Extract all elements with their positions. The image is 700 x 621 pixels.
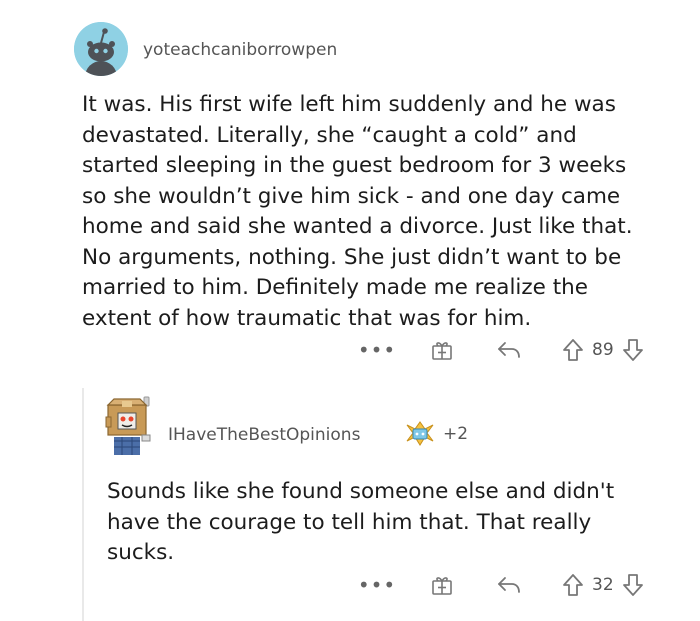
comment-line: married to him. Definitely made me reali… <box>82 275 589 300</box>
downvote-icon <box>622 339 643 361</box>
comment-body: It was. His first wife left him suddenly… <box>82 90 682 334</box>
gift-award-icon <box>432 342 452 360</box>
more-options-icon: ••• <box>357 573 397 597</box>
comment-line: extent of how traumatic that was for him… <box>82 305 532 331</box>
reply-icon <box>498 342 520 358</box>
comment-line: devastated. Literally, she “caught a col… <box>82 122 577 148</box>
comment-actions: ••• 32 <box>358 573 644 597</box>
comment-line: have the courage to tell him that. That … <box>107 509 592 535</box>
user-avatar[interactable] <box>100 395 156 461</box>
more-options-icon: ••• <box>357 338 397 362</box>
awards-row[interactable]: +2 <box>403 421 468 447</box>
downvote-button[interactable] <box>622 573 644 597</box>
reply-button[interactable] <box>496 574 522 596</box>
more-options-button[interactable]: ••• <box>358 573 395 597</box>
vote-count: 32 <box>592 575 614 595</box>
upvote-icon <box>563 339 583 361</box>
give-award-button[interactable] <box>430 338 454 362</box>
snoo-avatar-icon <box>74 22 128 76</box>
comment-line: No arguments, nothing. She just didn’t w… <box>82 244 622 270</box>
give-award-button[interactable] <box>430 573 454 597</box>
upvote-icon <box>563 574 583 596</box>
comment-line: sucks. <box>107 540 175 565</box>
reply-button[interactable] <box>496 339 522 361</box>
comment-body: Sounds like she found someone else and d… <box>107 477 677 569</box>
user-avatar[interactable] <box>74 22 128 76</box>
upvote-button[interactable] <box>562 338 584 362</box>
comment-line: started sleeping in the guest bedroom fo… <box>82 153 627 178</box>
comment-1: yoteachcaniborrowpen It was. His first w… <box>0 0 700 380</box>
comment-line: Sounds like she found someone else and d… <box>107 479 615 504</box>
comment-line: It was. His first wife left him suddenly… <box>82 92 616 117</box>
comment-username[interactable]: yoteachcaniborrowpen <box>143 40 337 60</box>
comment-username[interactable]: IHaveTheBestOpinions <box>168 425 360 445</box>
comment-line: so she wouldn’t give him sick - and one … <box>82 183 621 209</box>
vote-count: 89 <box>592 340 614 360</box>
comment-line: home and said she wanted a divorce. Just… <box>82 214 633 239</box>
upvote-button[interactable] <box>562 573 584 597</box>
award-badge-icon <box>406 421 434 446</box>
box-head-avatar-icon <box>105 396 151 455</box>
gift-award-icon <box>432 577 452 595</box>
downvote-button[interactable] <box>622 338 644 362</box>
reply-icon <box>498 577 520 593</box>
downvote-icon <box>622 574 643 596</box>
award-count: +2 <box>443 424 469 444</box>
more-options-button[interactable]: ••• <box>358 338 395 362</box>
comment-actions: ••• 89 <box>358 338 644 362</box>
